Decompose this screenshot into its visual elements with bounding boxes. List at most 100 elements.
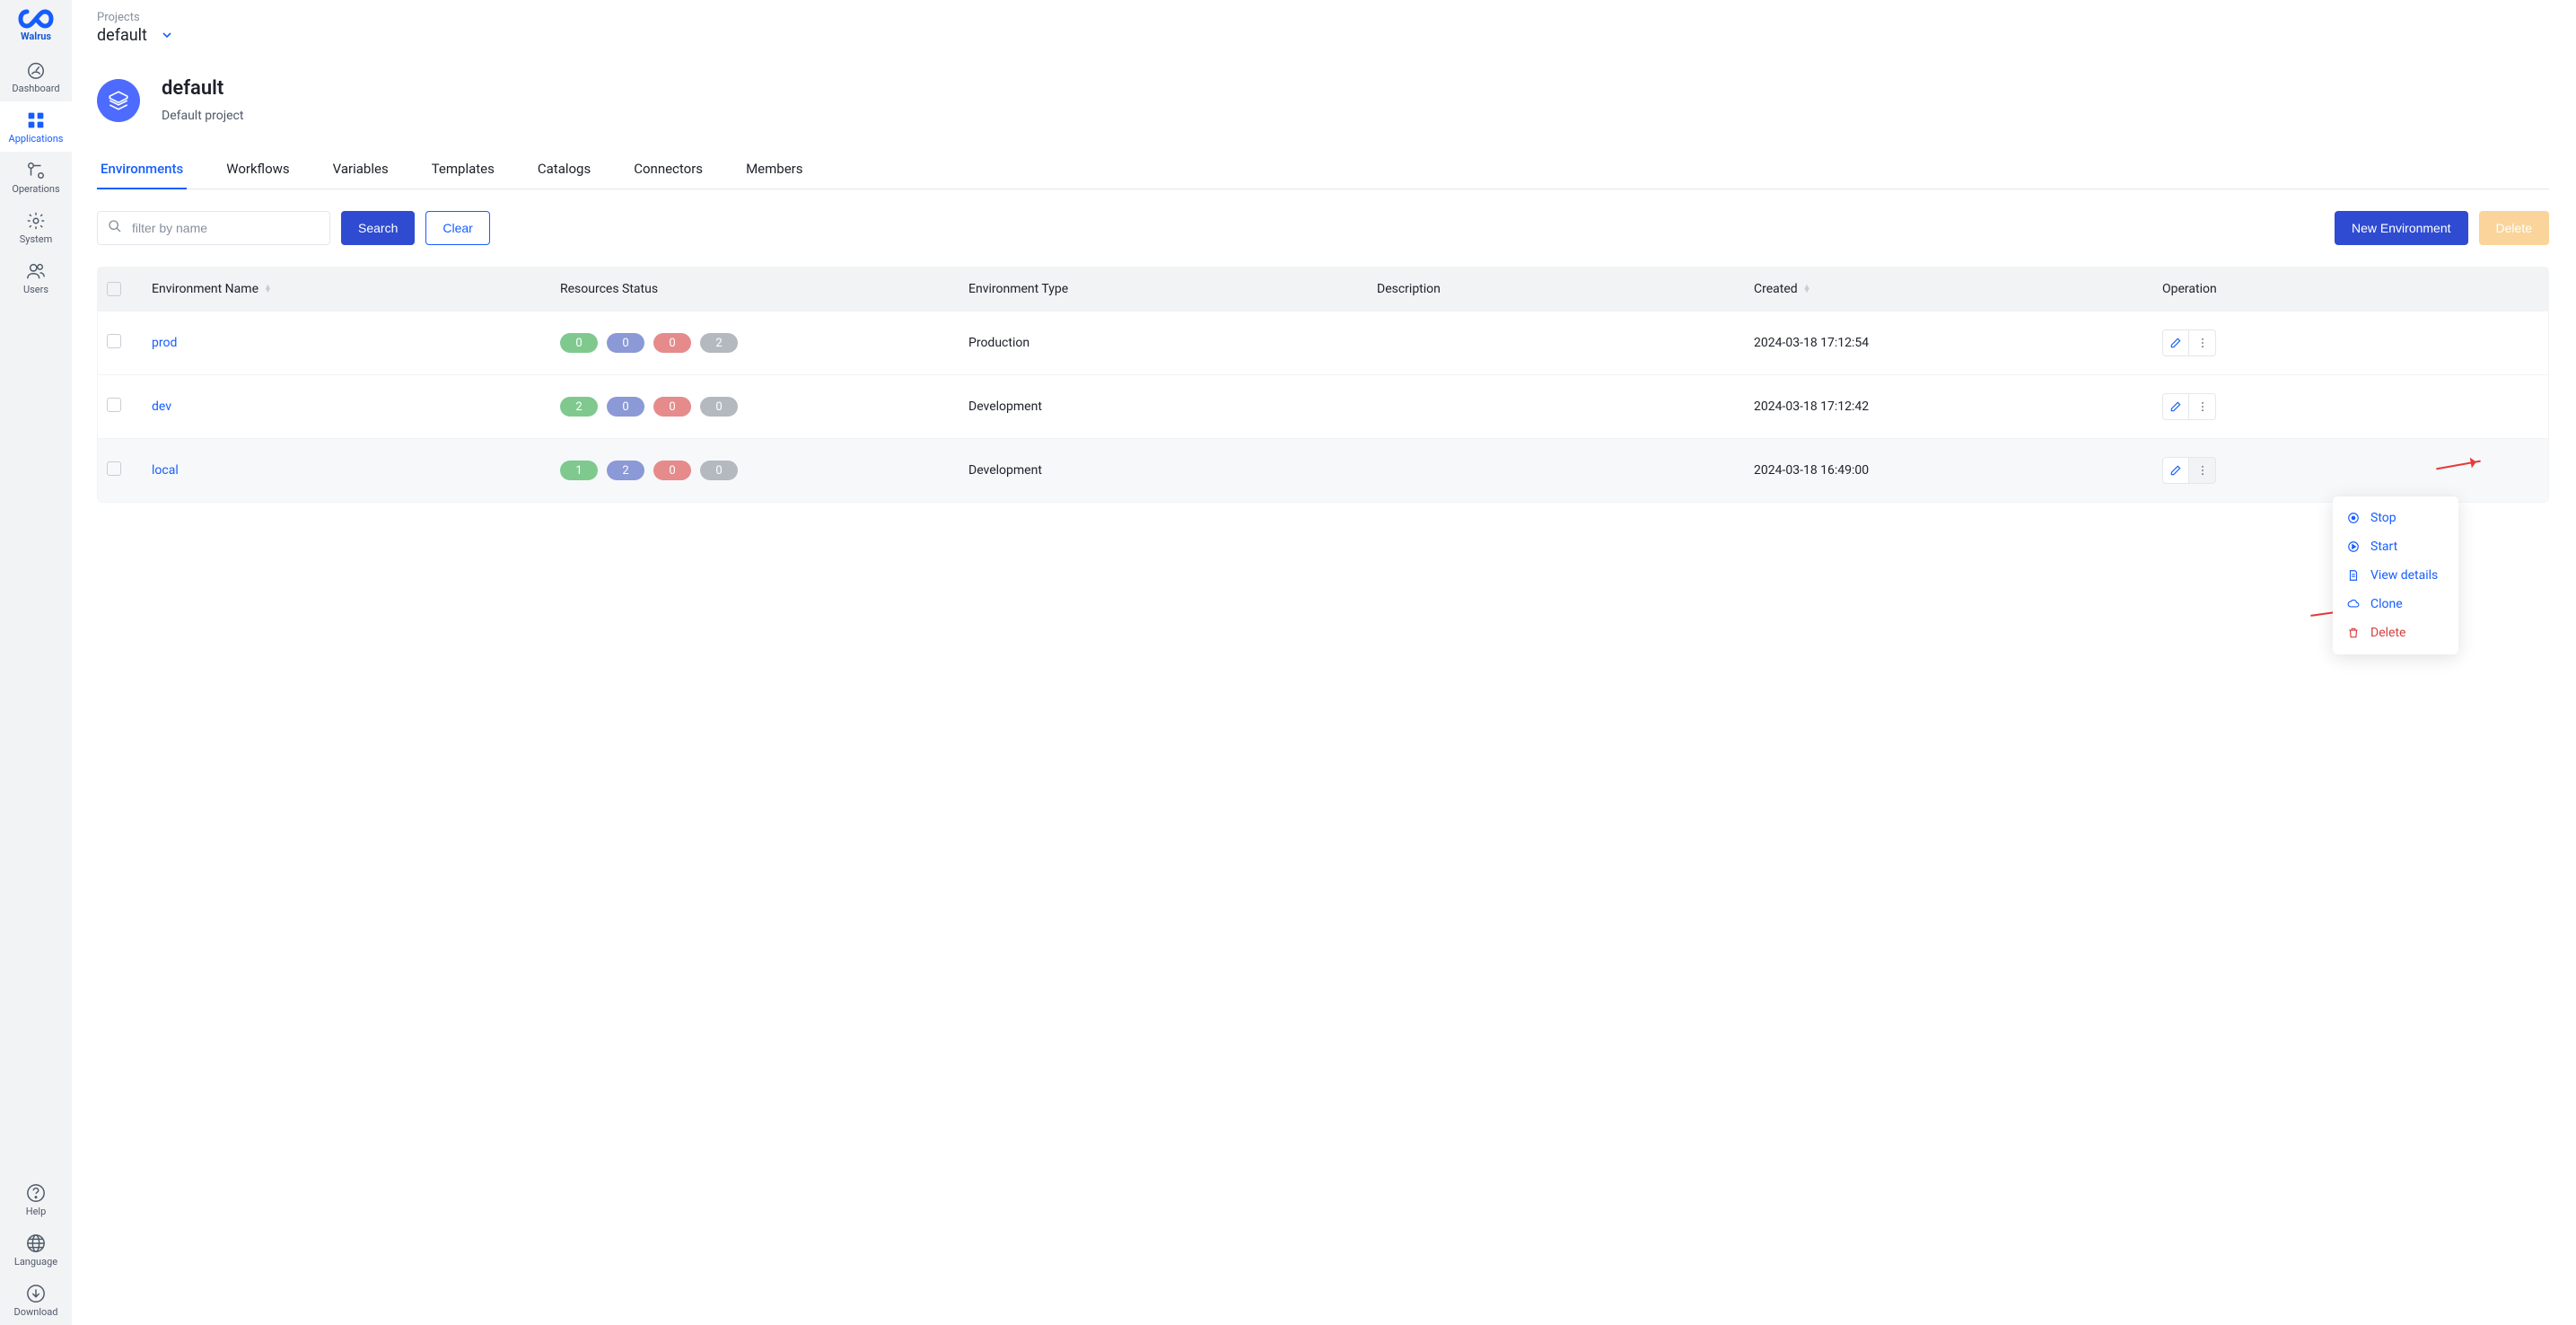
- environment-type: Development: [968, 399, 1377, 414]
- sidebar-item-system[interactable]: System: [0, 202, 72, 252]
- new-environment-button[interactable]: New Environment: [2335, 211, 2468, 245]
- status-badge: 0: [607, 397, 644, 417]
- play-icon: [2347, 540, 2361, 553]
- sidebar-item-users[interactable]: Users: [0, 252, 72, 303]
- tab-templates[interactable]: Templates: [428, 152, 498, 189]
- document-icon: [2347, 569, 2361, 582]
- environment-created: 2024-03-18 17:12:54: [1754, 336, 2162, 350]
- environment-created: 2024-03-18 17:12:42: [1754, 399, 2162, 414]
- breadcrumb: Projects: [97, 11, 2549, 24]
- status-badge: 2: [607, 461, 644, 480]
- col-name[interactable]: Environment Name▲▼: [152, 282, 560, 296]
- menu-view-details[interactable]: View details: [2333, 561, 2458, 590]
- actions-dropdown: Stop Start View details Clone Delete: [2333, 496, 2458, 654]
- toolbar: Search Clear New Environment Delete: [97, 211, 2549, 245]
- tab-members[interactable]: Members: [742, 152, 806, 189]
- more-actions-button[interactable]: [2189, 329, 2216, 356]
- status-badge: 0: [653, 461, 691, 480]
- col-operation: Operation: [2162, 282, 2539, 296]
- brand-name: Walrus: [18, 31, 54, 42]
- project-selector[interactable]: default: [97, 26, 172, 45]
- operations-icon: [26, 161, 46, 180]
- environment-link[interactable]: dev: [152, 399, 560, 414]
- table-row: local 1 2 0 0 Development 2024-03-18 16:…: [98, 438, 2548, 502]
- nav-top: Dashboard Applications Operations System…: [0, 51, 72, 303]
- more-actions-button[interactable]: [2189, 393, 2216, 420]
- status-badges: 1 2 0 0: [560, 461, 968, 480]
- environment-created: 2024-03-18 16:49:00: [1754, 463, 2162, 478]
- sidebar: Walrus Dashboard Applications Operations: [0, 0, 72, 1325]
- apps-icon: [26, 110, 46, 130]
- environment-link[interactable]: prod: [152, 336, 560, 350]
- globe-icon: [26, 1233, 46, 1253]
- status-badge: 2: [700, 333, 738, 353]
- status-badge: 0: [653, 333, 691, 353]
- status-badges: 0 0 0 2: [560, 333, 968, 353]
- sidebar-item-dashboard[interactable]: Dashboard: [0, 51, 72, 101]
- col-type: Environment Type: [968, 282, 1377, 296]
- search-input[interactable]: [97, 211, 330, 245]
- project-header: default Default project: [97, 77, 2549, 123]
- col-status: Resources Status: [560, 282, 968, 296]
- project-title: default: [162, 77, 243, 100]
- tabs: Environments Workflows Variables Templat…: [97, 152, 2549, 189]
- status-badges: 2 0 0 0: [560, 397, 968, 417]
- status-badge: 1: [560, 461, 598, 480]
- clear-button[interactable]: Clear: [425, 211, 489, 245]
- tab-connectors[interactable]: Connectors: [630, 152, 706, 189]
- edit-button[interactable]: [2162, 393, 2189, 420]
- tab-environments[interactable]: Environments: [97, 152, 187, 189]
- select-all-checkbox[interactable]: [107, 282, 121, 296]
- edit-button[interactable]: [2162, 457, 2189, 484]
- search-button[interactable]: Search: [341, 211, 415, 245]
- menu-clone[interactable]: Clone: [2333, 590, 2458, 619]
- edit-button[interactable]: [2162, 329, 2189, 356]
- main-content: Projects default default Default project…: [72, 0, 2576, 1325]
- search-icon: [108, 219, 122, 237]
- sidebar-item-applications[interactable]: Applications: [0, 101, 72, 152]
- tab-variables[interactable]: Variables: [329, 152, 392, 189]
- sidebar-item-download[interactable]: Download: [0, 1275, 72, 1325]
- sort-icon: ▲▼: [1803, 285, 1811, 293]
- download-icon: [26, 1284, 46, 1303]
- status-badge: 2: [560, 397, 598, 417]
- project-icon: [97, 79, 140, 122]
- sidebar-item-language[interactable]: Language: [0, 1224, 72, 1275]
- row-checkbox[interactable]: [107, 461, 121, 476]
- table-header: Environment Name▲▼ Resources Status Envi…: [98, 268, 2548, 311]
- project-description: Default project: [162, 109, 243, 123]
- status-badge: 0: [700, 397, 738, 417]
- stop-icon: [2347, 512, 2361, 524]
- trash-icon: [2347, 627, 2361, 639]
- environments-table: Environment Name▲▼ Resources Status Envi…: [97, 267, 2549, 503]
- delete-button[interactable]: Delete: [2479, 211, 2549, 245]
- menu-start[interactable]: Start: [2333, 532, 2458, 561]
- brand-logo[interactable]: Walrus: [18, 0, 54, 51]
- infinity-icon: [18, 9, 54, 32]
- project-selector-value: default: [97, 26, 147, 45]
- status-badge: 0: [607, 333, 644, 353]
- sidebar-item-operations[interactable]: Operations: [0, 152, 72, 202]
- cloud-icon: [2347, 598, 2361, 610]
- menu-stop[interactable]: Stop: [2333, 504, 2458, 532]
- tab-workflows[interactable]: Workflows: [223, 152, 293, 189]
- gear-icon: [26, 211, 46, 231]
- gauge-icon: [26, 60, 46, 80]
- chevron-down-icon: [162, 26, 172, 45]
- col-desc: Description: [1377, 282, 1754, 296]
- row-checkbox[interactable]: [107, 334, 121, 348]
- table-row: dev 2 0 0 0 Development 2024-03-18 17:12…: [98, 374, 2548, 438]
- sort-icon: ▲▼: [264, 285, 272, 293]
- row-checkbox[interactable]: [107, 398, 121, 412]
- menu-delete[interactable]: Delete: [2333, 619, 2458, 647]
- tab-catalogs[interactable]: Catalogs: [534, 152, 594, 189]
- sidebar-item-help[interactable]: Help: [0, 1174, 72, 1224]
- more-actions-button[interactable]: [2189, 457, 2216, 484]
- status-badge: 0: [653, 397, 691, 417]
- col-created[interactable]: Created▲▼: [1754, 282, 2162, 296]
- table-row: prod 0 0 0 2 Production 2024-03-18 17:12…: [98, 311, 2548, 374]
- environment-type: Production: [968, 336, 1377, 350]
- users-icon: [26, 261, 46, 281]
- help-icon: [26, 1183, 46, 1203]
- environment-link[interactable]: local: [152, 463, 560, 478]
